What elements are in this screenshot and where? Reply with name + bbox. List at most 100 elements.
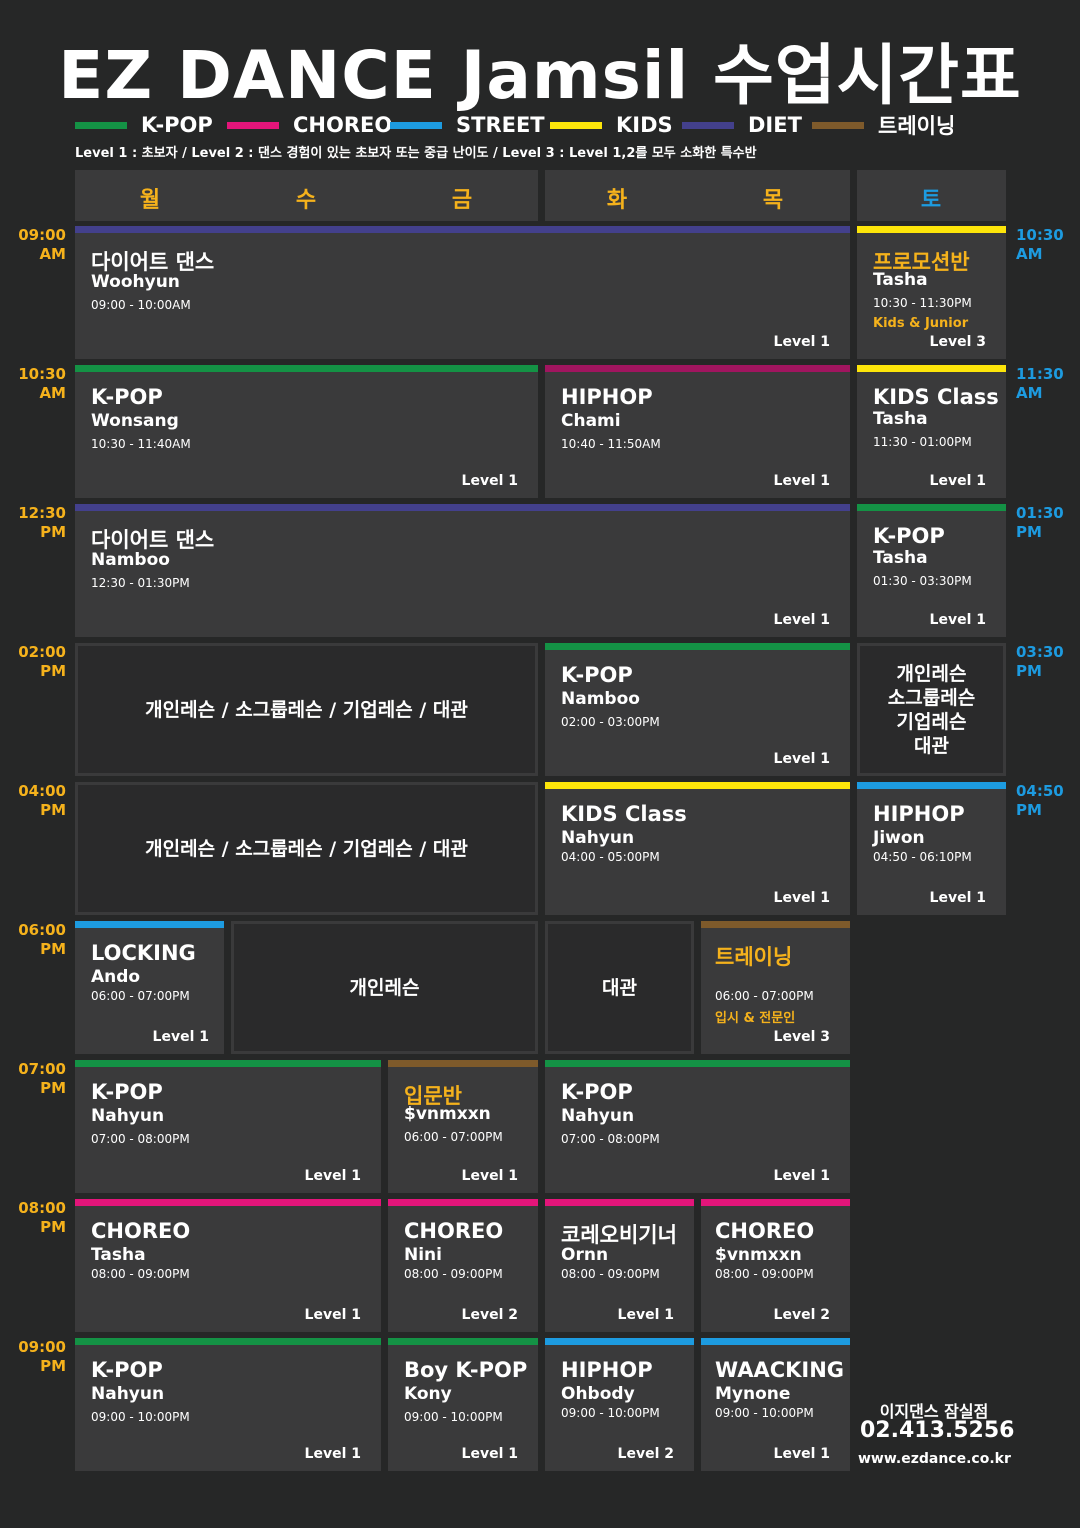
class-name: 트레이닝 (715, 945, 793, 969)
class-card-kids-nahyun[interactable]: KIDS Class Nahyun 04:00 - 05:00PM Level … (545, 782, 850, 915)
class-level: Level 1 (461, 1446, 518, 1462)
class-teacher: Tasha (873, 548, 928, 568)
class-card-locking-ando[interactable]: LOCKING Ando 06:00 - 07:00PM Level 1 (75, 921, 224, 1054)
studio-phone[interactable]: 02.413.5256 (860, 1418, 1014, 1443)
legend-label: KIDS (616, 113, 673, 137)
legend-kids: KIDS (550, 113, 673, 137)
class-card-waacking[interactable]: WAACKING Mynone 09:00 - 10:00PM Level 1 (701, 1338, 850, 1471)
day-label-wed: 수 (295, 188, 317, 213)
block-line: 개인레슨 (896, 662, 967, 685)
class-card-kpop-nahyun[interactable]: K-POP Nahyun 07:00 - 08:00PM Level 1 (545, 1060, 850, 1193)
class-level: Level 2 (773, 1307, 830, 1323)
time-label-left: 12:30 PM (18, 504, 66, 541)
class-level: Level 1 (304, 1168, 361, 1184)
class-teacher: Mynone (715, 1384, 791, 1404)
class-card-kpop-nahyun-late[interactable]: K-POP Nahyun 09:00 - 10:00PM Level 1 (75, 1338, 381, 1471)
class-name: HIPHOP (561, 1358, 653, 1382)
class-time: 09:00 - 10:00PM (404, 1410, 503, 1424)
class-card-kpop-nahyun[interactable]: K-POP Nahyun 07:00 - 08:00PM Level 1 (75, 1060, 381, 1193)
time-label-left: 09:00 AM (18, 226, 66, 263)
class-teacher: Wonsang (91, 411, 179, 431)
level-description: Level 1 : 초보자 / Level 2 : 댄스 경험이 있는 초보자 … (75, 146, 757, 161)
class-time: 09:00 - 10:00PM (715, 1406, 814, 1420)
class-time: 09:00 - 10:00AM (91, 298, 191, 312)
legend-swatch (812, 121, 864, 129)
class-name: K-POP (561, 1080, 633, 1104)
class-name: KIDS Class (561, 802, 687, 826)
class-card-diet-woohyun[interactable]: 다이어트 댄스 Woohyun 09:00 - 10:00AM Level 1 (75, 226, 850, 359)
class-name: CHOREO (715, 1219, 815, 1243)
class-card-choreo-vnmxxn[interactable]: CHOREO $vnmxxn 08:00 - 09:00PM Level 2 (701, 1199, 850, 1332)
class-level: Level 1 (773, 751, 830, 767)
class-teacher: Nahyun (91, 1384, 165, 1404)
class-level: Level 2 (617, 1446, 674, 1462)
class-card-diet-namboo[interactable]: 다이어트 댄스 Namboo 12:30 - 01:30PM Level 1 (75, 504, 850, 637)
category-bar (75, 226, 850, 233)
category-bar (388, 1338, 538, 1345)
class-name: CHOREO (91, 1219, 191, 1243)
class-time: 07:00 - 08:00PM (561, 1132, 660, 1146)
day-label-thu: 목 (762, 188, 784, 213)
category-bar (857, 365, 1006, 372)
class-card-choreo-beginner[interactable]: 코레오비기너 Ornn 08:00 - 09:00PM Level 1 (545, 1199, 694, 1332)
class-teacher: Ohbody (561, 1384, 635, 1404)
class-teacher: Ornn (561, 1245, 609, 1265)
class-card-choreo-tasha[interactable]: CHOREO Tasha 08:00 - 09:00PM Level 1 (75, 1199, 381, 1332)
class-teacher: Woohyun (91, 272, 180, 292)
time-label-left: 08:00 PM (18, 1199, 66, 1236)
class-level: Level 1 (461, 473, 518, 489)
class-time: 04:00 - 05:00PM (561, 850, 660, 864)
class-name: Boy K-POP (404, 1358, 528, 1382)
class-card-hiphop-chami[interactable]: HIPHOP Chami 10:40 - 11:50AM Level 1 (545, 365, 850, 498)
class-card-training[interactable]: 트레이닝 06:00 - 07:00PM 입시 & 전문인 Level 3 (701, 921, 850, 1054)
class-time: 08:00 - 09:00PM (715, 1267, 814, 1281)
legend-swatch (75, 121, 127, 129)
class-level: Level 1 (773, 612, 830, 628)
class-level: Level 1 (773, 890, 830, 906)
class-name: HIPHOP (873, 802, 965, 826)
class-level: Level 1 (461, 1168, 518, 1184)
class-name: LOCKING (91, 941, 196, 965)
block-line: 대관 (914, 734, 949, 757)
class-level: Level 1 (773, 334, 830, 350)
legend-street: STREET (390, 113, 545, 137)
class-card-kpop-tasha[interactable]: K-POP Tasha 01:30 - 03:30PM Level 1 (857, 504, 1006, 637)
class-time: 06:00 - 07:00PM (715, 989, 814, 1003)
class-time: 10:30 - 11:40AM (91, 437, 191, 451)
class-time: 06:00 - 07:00PM (91, 989, 190, 1003)
class-time: 08:00 - 09:00PM (561, 1267, 660, 1281)
category-bar (701, 1338, 850, 1345)
class-level: Level 2 (461, 1307, 518, 1323)
class-level: Level 3 (773, 1029, 830, 1045)
time-label-left: 04:00 PM (18, 782, 66, 819)
class-card-kpop-namboo[interactable]: K-POP Namboo 02:00 - 03:00PM Level 1 (545, 643, 850, 776)
class-card-choreo-nini[interactable]: CHOREO Nini 08:00 - 09:00PM Level 2 (388, 1199, 538, 1332)
class-teacher: Ando (91, 967, 141, 987)
legend-choreo: CHOREO (227, 113, 392, 137)
class-level: Level 1 (929, 890, 986, 906)
class-card-beginner[interactable]: 입문반 $vnmxxn 06:00 - 07:00PM Level 1 (388, 1060, 538, 1193)
class-card-kids-tasha[interactable]: KIDS Class Tasha 11:30 - 01:00PM Level 1 (857, 365, 1006, 498)
class-time: 08:00 - 09:00PM (404, 1267, 503, 1281)
class-time: 09:00 - 10:00PM (561, 1406, 660, 1420)
category-bar (75, 1199, 381, 1206)
legend-swatch (682, 121, 734, 129)
legend-label: K-POP (141, 113, 213, 137)
private-lesson-block-sat: 개인레슨 소그룹레슨 기업레슨 대관 (857, 643, 1006, 776)
legend-swatch (227, 121, 279, 129)
class-name: HIPHOP (561, 385, 653, 409)
studio-website-link[interactable]: www.ezdance.co.kr (858, 1451, 1011, 1467)
class-name: K-POP (91, 385, 163, 409)
class-card-boy-kpop[interactable]: Boy K-POP Kony 09:00 - 10:00PM Level 1 (388, 1338, 538, 1471)
class-card-kpop-wonsang[interactable]: K-POP Wonsang 10:30 - 11:40AM Level 1 (75, 365, 538, 498)
class-name: KIDS Class (873, 385, 999, 409)
class-card-hiphop-ohbody[interactable]: HIPHOP Ohbody 09:00 - 10:00PM Level 2 (545, 1338, 694, 1471)
class-teacher: Tasha (91, 1245, 146, 1265)
class-card-hiphop-jiwon[interactable]: HIPHOP Jiwon 04:50 - 06:10PM Level 1 (857, 782, 1006, 915)
time-label-left: 10:30 AM (18, 365, 66, 402)
category-bar (75, 504, 850, 511)
class-time: 10:40 - 11:50AM (561, 437, 661, 451)
time-label-right: 11:30 AM (1016, 365, 1064, 402)
day-label-mon: 월 (139, 188, 161, 213)
class-card-promotion[interactable]: 프로모션반 Tasha 10:30 - 11:30PM Kids & Junio… (857, 226, 1006, 359)
